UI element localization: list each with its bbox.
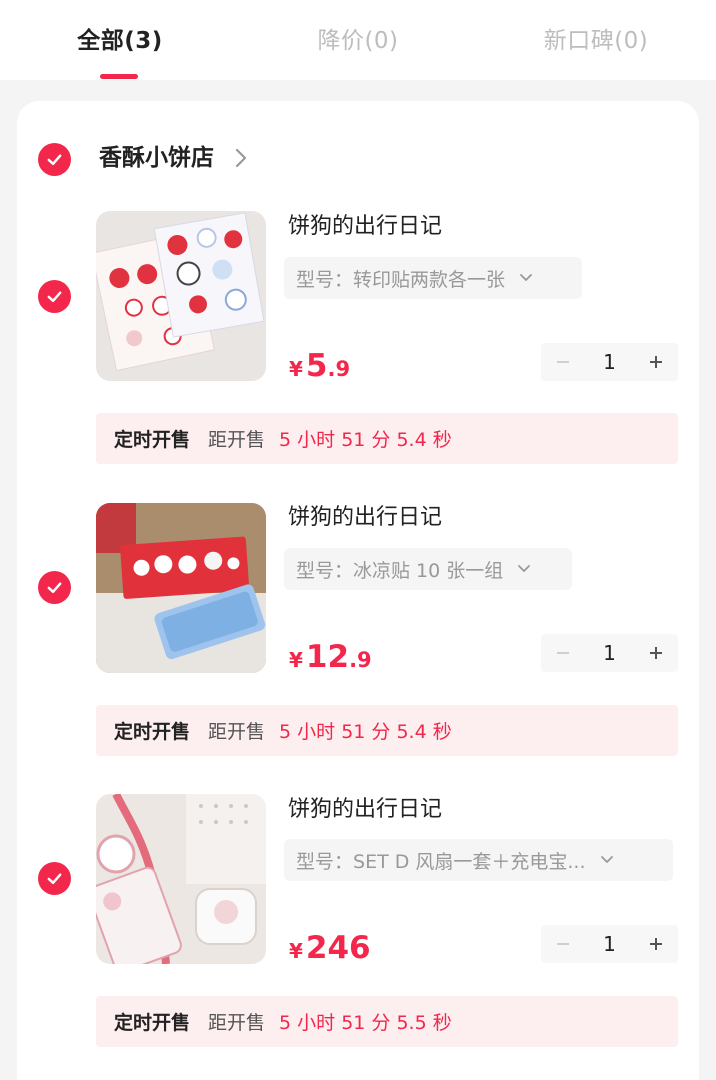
chevron-down-icon <box>518 565 531 572</box>
price-integer: 12 <box>305 639 350 675</box>
filter-tab-bar: 全部(3) 降价(0) 新口碑(0) <box>0 0 716 80</box>
chevron-right-icon[interactable] <box>232 146 250 170</box>
price-integer: 246 <box>305 930 371 966</box>
quantity-stepper: 1 <box>541 925 678 963</box>
item-select-checkbox[interactable] <box>38 280 71 313</box>
plus-icon <box>650 938 662 950</box>
tab-all[interactable]: 全部(3) <box>50 24 190 58</box>
product-title[interactable]: 饼狗的出行日记 <box>288 795 442 825</box>
timer-tag: 定时开售 <box>114 429 191 451</box>
increase-quantity-button[interactable] <box>634 634 678 672</box>
timer-tag: 定时开售 <box>114 1012 191 1034</box>
spec-value: 冰凉贴 10 张一组 <box>353 559 504 582</box>
minus-icon <box>557 943 569 945</box>
item-select-checkbox[interactable] <box>38 571 71 604</box>
timer-countdown: 5 小时 51 分 5.5 秒 <box>279 1012 452 1034</box>
quantity-stepper: 1 <box>541 343 678 381</box>
chevron-down-icon <box>520 274 532 281</box>
spec-label: 型号： <box>296 268 354 291</box>
shop-select-checkbox[interactable] <box>38 143 71 176</box>
checkmark-icon <box>47 582 62 594</box>
scheduled-sale-banner: 定时开售 距开售 5 小时 51 分 5.5 秒 <box>96 996 678 1047</box>
active-tab-indicator <box>100 74 138 79</box>
timer-label: 距开售 <box>208 721 266 743</box>
timer-countdown: 5 小时 51 分 5.4 秒 <box>279 429 452 451</box>
item-select-checkbox[interactable] <box>38 862 71 895</box>
spec-label: 型号： <box>296 850 354 873</box>
quantity-value[interactable]: 1 <box>585 925 634 963</box>
decrease-quantity-button[interactable] <box>541 343 585 381</box>
spec-selector[interactable]: 型号： 冰凉贴 10 张一组 <box>284 548 572 590</box>
quantity-value[interactable]: 1 <box>585 634 634 672</box>
spec-label: 型号： <box>296 559 354 582</box>
product-price: ¥ 5 .9 <box>289 348 350 390</box>
spec-value: SET D 风扇一套＋充电宝... <box>353 850 586 873</box>
checkmark-icon <box>47 154 62 166</box>
increase-quantity-button[interactable] <box>634 343 678 381</box>
product-title[interactable]: 饼狗的出行日记 <box>288 503 442 533</box>
product-price: ¥ 12 .9 <box>289 639 372 681</box>
minus-icon <box>557 652 569 654</box>
product-image-fan-powerbank-set[interactable] <box>96 794 266 964</box>
tab-new-reviews[interactable]: 新口碑(0) <box>526 24 666 58</box>
currency-symbol: ¥ <box>289 357 303 381</box>
price-decimal: .9 <box>327 357 351 381</box>
timer-label: 距开售 <box>208 429 266 451</box>
tab-price-drop[interactable]: 降价(0) <box>288 24 428 58</box>
product-title[interactable]: 饼狗的出行日记 <box>288 212 442 242</box>
plus-icon <box>650 356 662 368</box>
increase-quantity-button[interactable] <box>634 925 678 963</box>
quantity-value[interactable]: 1 <box>585 343 634 381</box>
shop-name[interactable]: 香酥小饼店 <box>99 141 214 175</box>
price-decimal: .9 <box>349 648 372 672</box>
checkmark-icon <box>47 291 62 303</box>
timer-countdown: 5 小时 51 分 5.4 秒 <box>279 721 452 743</box>
currency-symbol: ¥ <box>289 939 303 963</box>
plus-icon <box>650 647 662 659</box>
spec-selector[interactable]: 型号： SET D 风扇一套＋充电宝... <box>284 839 673 881</box>
product-image-sticker-sheets[interactable] <box>96 211 266 381</box>
timer-tag: 定时开售 <box>114 721 191 743</box>
spec-selector[interactable]: 型号： 转印贴两款各一张 <box>284 257 582 299</box>
checkmark-icon <box>47 873 62 885</box>
spec-value: 转印贴两款各一张 <box>353 268 506 291</box>
product-price: ¥ 246 <box>289 930 371 972</box>
scheduled-sale-banner: 定时开售 距开售 5 小时 51 分 5.4 秒 <box>96 705 678 756</box>
minus-icon <box>557 361 569 363</box>
currency-symbol: ¥ <box>289 648 303 672</box>
price-integer: 5 <box>305 348 328 384</box>
quantity-stepper: 1 <box>541 634 678 672</box>
product-image-cooling-patch[interactable] <box>96 503 266 673</box>
chevron-down-icon <box>600 856 613 863</box>
decrease-quantity-button[interactable] <box>541 634 585 672</box>
scheduled-sale-banner: 定时开售 距开售 5 小时 51 分 5.4 秒 <box>96 413 678 464</box>
decrease-quantity-button[interactable] <box>541 925 585 963</box>
timer-label: 距开售 <box>208 1012 266 1034</box>
